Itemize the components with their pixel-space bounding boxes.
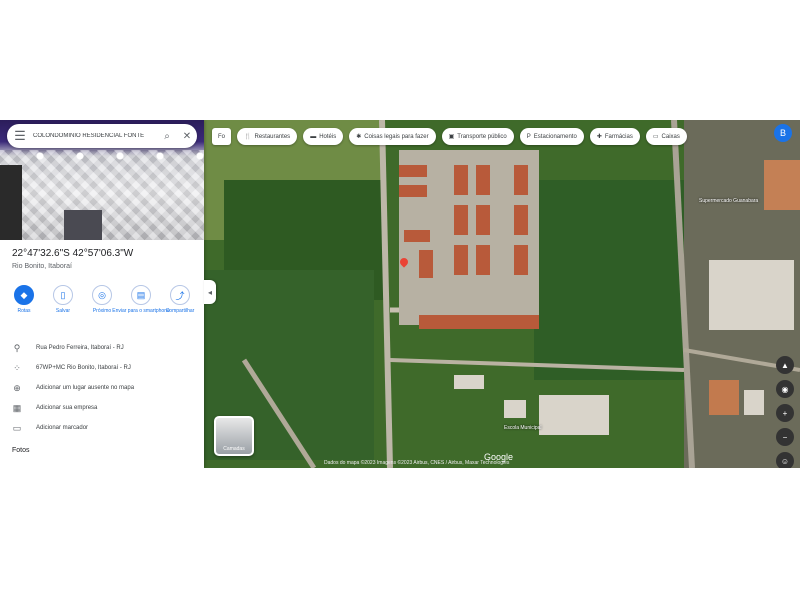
search-input[interactable]: COLONDOMINIO RESIDENCIAL FONTE — [33, 133, 157, 139]
satellite-imagery — [204, 120, 800, 468]
location-pin-icon: ⚲ — [13, 342, 21, 353]
add-label-row[interactable]: ▭ Adicionar marcador — [0, 418, 204, 438]
collapse-panel-button[interactable]: ◂ — [204, 280, 216, 304]
place-panel: ☰ COLONDOMINIO RESIDENCIAL FONTE ⌕ ✕ 22°… — [0, 120, 204, 468]
street-view-icon[interactable]: ☺ — [776, 452, 794, 468]
phone-icon: ▤ — [131, 285, 151, 305]
add-missing-place-row[interactable]: ⊕ Adicionar um lugar ausente no mapa — [0, 378, 204, 398]
place-title: 22°47'32.6"S 42°57'06.3"W — [12, 248, 134, 259]
map-attribution[interactable]: Dados do mapa ©2023 Imagens ©2023 Airbus… — [324, 460, 509, 466]
nearby-icon: ◎ — [92, 285, 112, 305]
directions-button[interactable]: ◆ Rotas — [6, 285, 42, 314]
plus-code-row[interactable]: ⁘ 67WP+MC Rio Bonito, Itaboraí - RJ — [0, 358, 204, 378]
chip-attractions[interactable]: ✱ Coisas legais para fazer — [349, 128, 436, 145]
photos-heading: Fotos — [12, 447, 30, 454]
search-icon[interactable]: ⌕ — [157, 124, 177, 148]
restaurant-icon: 🍴 — [244, 134, 252, 140]
send-to-phone-button[interactable]: ▤ Enviar para o smartphone — [112, 285, 170, 314]
chip-transit[interactable]: ▣ Transporte público — [441, 128, 514, 145]
label-icon: ▭ — [12, 422, 22, 433]
hotel-icon: ▬ — [310, 133, 317, 140]
layers-button[interactable]: Camadas — [214, 416, 254, 456]
address-row[interactable]: ⚲ Rua Pedro Ferreira, Itaboraí - RJ — [0, 338, 204, 358]
attraction-icon: ✱ — [356, 134, 362, 140]
pharmacy-icon: ✚ — [596, 134, 602, 140]
share-icon: ⤴ — [170, 285, 190, 305]
add-business-row[interactable]: ▦ Adicionar sua empresa — [0, 398, 204, 418]
directions-icon: ◆ — [14, 285, 34, 305]
maps-window: ☰ COLONDOMINIO RESIDENCIAL FONTE ⌕ ✕ 22°… — [0, 120, 800, 468]
transit-icon: ▣ — [448, 134, 455, 140]
place-subtitle: Rio Bonito, Itaboraí — [12, 263, 72, 270]
compass-icon[interactable]: ▲ — [776, 356, 794, 374]
close-icon[interactable]: ✕ — [177, 124, 197, 148]
save-button[interactable]: ▯ Salvar — [45, 285, 81, 314]
zoom-in-icon[interactable]: + — [776, 404, 794, 422]
map-controls: ▲ ◉ + − ☺ — [776, 356, 794, 468]
search-box[interactable]: ☰ COLONDOMINIO RESIDENCIAL FONTE ⌕ ✕ — [7, 124, 197, 148]
place-label[interactable]: Escola Municipal — [504, 425, 542, 431]
action-bar: ◆ Rotas ▯ Salvar ◎ Próximo ▤ Enviar para… — [6, 285, 198, 314]
chip-prefix[interactable]: Fo — [212, 128, 232, 145]
place-label[interactable]: Supermercado Guanabara — [699, 198, 758, 204]
bookmark-icon: ▯ — [53, 285, 73, 305]
add-place-icon: ⊕ — [13, 382, 21, 393]
layers-label: Camadas — [223, 446, 245, 452]
category-chips: Fo 🍴 Restaurantes ▬ Hotéis ✱ Coisas legais … — [212, 128, 687, 145]
zoom-out-icon[interactable]: − — [776, 428, 794, 446]
atm-icon: ▭ — [652, 134, 659, 140]
business-icon: ▦ — [12, 402, 22, 413]
info-list: ⚲ Rua Pedro Ferreira, Itaboraí - RJ ⁘ 67… — [0, 338, 204, 438]
chip-parking[interactable]: P Estacionamento — [519, 128, 584, 145]
satellite-map[interactable]: Supermercado Guanabara Escola Municipal … — [204, 120, 800, 468]
plus-code-icon: ⁘ — [13, 362, 21, 373]
share-button[interactable]: ⤴ Compartilhar — [162, 285, 198, 314]
menu-icon[interactable]: ☰ — [7, 124, 33, 148]
account-avatar[interactable]: B — [774, 124, 792, 142]
chip-atms[interactable]: ▭ Caixas — [645, 128, 687, 145]
my-location-icon[interactable]: ◉ — [776, 380, 794, 398]
chip-hotels[interactable]: ▬ Hotéis — [303, 128, 344, 145]
parking-icon: P — [526, 133, 531, 140]
chip-pharmacies[interactable]: ✚ Farmácias — [589, 128, 640, 145]
chip-restaurants[interactable]: 🍴 Restaurantes — [237, 128, 298, 145]
